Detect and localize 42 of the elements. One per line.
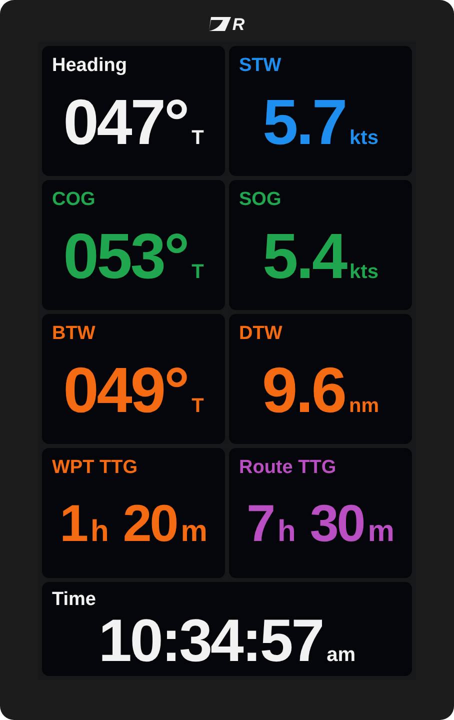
tile-unit: m	[180, 517, 208, 548]
tile-value: 7	[246, 498, 274, 550]
data-tile[interactable]: Route TTG 7h 30m	[229, 448, 412, 578]
tile-label: BTW	[52, 324, 96, 345]
time-value: 10:34:57	[98, 610, 323, 671]
data-tile[interactable]: DTW 9.6 nm	[229, 314, 412, 444]
tile-label: COG	[52, 190, 96, 211]
tile-unit: kts	[350, 262, 378, 282]
data-tile[interactable]: SOG 5.4kts	[229, 180, 412, 310]
tile-unit: nm	[348, 396, 379, 416]
time-unit: am	[326, 644, 356, 665]
logo-letter: R	[232, 16, 245, 32]
tile-value: 049°	[63, 358, 188, 422]
data-tile[interactable]: BTW 049°T	[42, 314, 225, 444]
data-tile[interactable]: WPT TTG 1h 20m	[42, 448, 225, 578]
data-tile[interactable]: STW 5.7 kts	[229, 46, 412, 176]
tile-unit: T	[192, 396, 204, 416]
tile-value: 1	[60, 498, 87, 550]
tile-value: 053°	[63, 224, 188, 288]
tile-value: 047°	[63, 90, 188, 154]
time-tile[interactable]: Time 10:34:57 am	[42, 582, 412, 676]
tile-value: 5.4	[262, 224, 346, 288]
tile-label: WPT TTG	[52, 458, 138, 479]
tile-label: Route TTG	[239, 458, 336, 479]
tile-value: 20	[122, 498, 177, 550]
tile-value: 9.6	[262, 358, 345, 422]
tile-label: SOG	[239, 190, 282, 211]
data-tile[interactable]: COG 053°T	[42, 180, 225, 310]
tile-unit: h	[278, 517, 296, 548]
logo-icon	[209, 17, 232, 31]
tile-unit: T	[192, 128, 204, 148]
tile-unit: kts	[350, 128, 378, 148]
tile-label: Heading	[52, 56, 127, 77]
tile-unit: T	[192, 262, 204, 282]
tile-unit: m	[368, 517, 394, 548]
tile-label: STW	[239, 56, 282, 77]
tile-value: 30	[310, 498, 364, 550]
tile-unit: h	[90, 517, 109, 548]
tile-label: Time	[52, 590, 96, 611]
tile-label: DTW	[239, 324, 282, 345]
data-tile[interactable]: Heading 047°T	[42, 46, 225, 176]
tile-value: 5.7	[262, 90, 346, 154]
